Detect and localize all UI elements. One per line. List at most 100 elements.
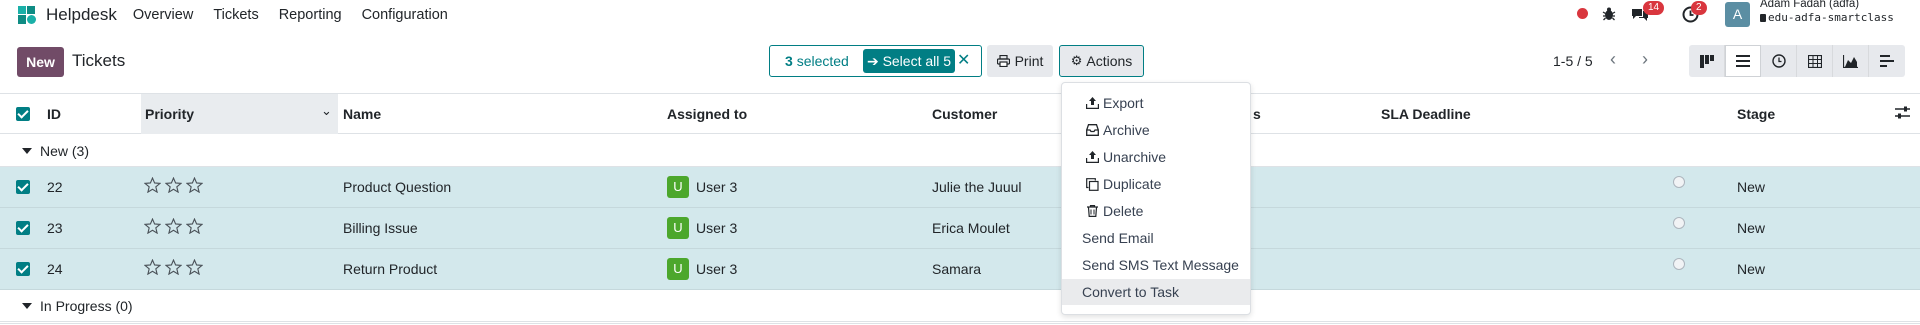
pager-value[interactable]: 1-5 / 5 — [1553, 53, 1593, 69]
menu-overview[interactable]: Overview — [133, 7, 193, 23]
pivot-view-button[interactable] — [1797, 45, 1833, 77]
menu-item-label: Export — [1103, 95, 1144, 111]
star-icon[interactable] — [144, 259, 161, 275]
activity-view-button[interactable] — [1761, 45, 1797, 77]
star-icon[interactable] — [144, 218, 161, 234]
activity-badge: 2 — [1691, 1, 1707, 15]
inbox-icon — [1083, 124, 1101, 136]
row-checkbox[interactable] — [16, 221, 30, 235]
row-name: Product Question — [343, 179, 452, 195]
select-all-checkbox[interactable] — [16, 107, 30, 121]
copy-icon — [1083, 177, 1101, 191]
table-row[interactable]: 22 Product Question U User 3 Julie the J… — [0, 167, 1920, 208]
chevron-right-icon[interactable]: › — [1642, 49, 1648, 70]
column-stage[interactable]: Stage — [1737, 106, 1775, 122]
priority-stars[interactable] — [144, 218, 203, 234]
view-switcher — [1689, 45, 1905, 77]
menu-item-send-sms[interactable]: Send SMS Text Message — [1062, 252, 1250, 278]
group-label: New (3) — [22, 143, 89, 159]
optional-columns-sliders-icon[interactable] — [1895, 106, 1910, 122]
database-icon — [1760, 14, 1766, 22]
page-title[interactable]: Tickets — [72, 51, 125, 71]
star-icon[interactable] — [186, 218, 203, 234]
list-view-button[interactable] — [1725, 45, 1761, 77]
print-button[interactable]: Print — [987, 45, 1053, 77]
gantt-view-button[interactable] — [1869, 45, 1905, 77]
priority-stars[interactable] — [144, 259, 203, 275]
menu-item-export[interactable]: Export — [1062, 90, 1250, 116]
row-stage: New — [1737, 261, 1766, 277]
selection-count: 3 selected — [785, 53, 849, 69]
new-button[interactable]: New — [17, 47, 64, 77]
app-brand[interactable]: Helpdesk — [16, 4, 117, 26]
user-avatar: U — [667, 176, 689, 198]
priority-stars[interactable] — [144, 177, 203, 193]
row-checkbox[interactable] — [16, 180, 30, 194]
upload-icon — [1083, 151, 1101, 163]
bug-icon[interactable] — [1602, 6, 1616, 25]
sort-chevron-down-icon[interactable]: ⌄ — [321, 103, 332, 119]
main-menu: Overview Tickets Reporting Configuration — [133, 7, 468, 23]
user-name[interactable]: Adam Fadah (adfa) — [1760, 0, 1859, 10]
column-sla-deadline[interactable]: SLA Deadline — [1381, 106, 1471, 122]
caret-down-icon — [22, 148, 32, 154]
chat-badge: 14 — [1643, 1, 1665, 15]
table-icon — [1807, 54, 1822, 68]
print-label: Print — [1014, 53, 1044, 69]
column-id[interactable]: ID — [47, 106, 61, 122]
sla-status-circle-icon[interactable] — [1673, 217, 1685, 229]
star-icon[interactable] — [165, 177, 182, 193]
column-name[interactable]: Name — [343, 106, 381, 122]
selected-number: 3 — [785, 53, 793, 69]
recording-indicator-icon[interactable] — [1577, 8, 1588, 19]
table-header: ID Priority ⌄ Name Assigned to Customer … — [0, 94, 1920, 134]
star-icon[interactable] — [186, 177, 203, 193]
menu-item-label: Delete — [1103, 203, 1144, 219]
row-checkbox[interactable] — [16, 262, 30, 276]
menu-item-convert-to-task[interactable]: Convert to Task — [1062, 279, 1250, 305]
chevron-left-icon[interactable]: ‹ — [1610, 49, 1616, 70]
group-title-new: New (3) — [40, 143, 90, 159]
column-priority[interactable]: Priority — [145, 106, 194, 122]
menu-item-unarchive[interactable]: Unarchive — [1062, 144, 1250, 170]
row-assigned-user: User 3 — [696, 261, 738, 277]
app-name: Helpdesk — [46, 5, 117, 24]
arrow-right-icon: ➔ — [866, 53, 883, 69]
kanban-view-button[interactable] — [1689, 45, 1725, 77]
actions-button[interactable]: ⚙ Actions — [1059, 45, 1144, 77]
menu-item-delete[interactable]: Delete — [1062, 198, 1250, 224]
star-icon[interactable] — [165, 259, 182, 275]
column-customer[interactable]: Customer — [932, 106, 997, 122]
group-label: In Progress (0) — [22, 298, 133, 314]
row-customer: Erica Moulet — [932, 220, 1010, 236]
menu-item-label: Send Email — [1082, 230, 1154, 246]
menu-configuration[interactable]: Configuration — [362, 7, 448, 23]
list-icon — [1736, 55, 1750, 67]
column-assigned-to[interactable]: Assigned to — [667, 106, 747, 122]
row-stage: New — [1737, 179, 1766, 195]
menu-item-duplicate[interactable]: Duplicate — [1062, 171, 1250, 197]
actions-label: Actions — [1086, 53, 1133, 69]
table-row[interactable]: 24 Return Product U User 3 Samara New — [0, 249, 1920, 290]
menu-item-label: Duplicate — [1103, 176, 1162, 192]
select-all-button[interactable]: ➔ Select all 5 — [863, 49, 955, 73]
clear-selection-icon[interactable]: ✕ — [957, 50, 970, 70]
sla-status-circle-icon[interactable] — [1673, 176, 1685, 188]
menu-reporting[interactable]: Reporting — [279, 7, 342, 23]
menu-item-archive[interactable]: Archive — [1062, 117, 1250, 143]
group-row-in-progress[interactable]: In Progress (0) — [0, 290, 1920, 322]
graph-view-button[interactable] — [1833, 45, 1869, 77]
menu-item-label: Convert to Task — [1082, 284, 1180, 300]
row-assigned-user: User 3 — [696, 220, 738, 236]
menu-item-label: Send SMS Text Message — [1082, 257, 1239, 273]
sla-status-circle-icon[interactable] — [1673, 258, 1685, 270]
group-row-new[interactable]: New (3) — [0, 135, 1920, 167]
star-icon[interactable] — [165, 218, 182, 234]
star-icon[interactable] — [186, 259, 203, 275]
table-row[interactable]: 23 Billing Issue U User 3 Erica Moulet N… — [0, 208, 1920, 249]
star-icon[interactable] — [144, 177, 161, 193]
menu-item-send-email[interactable]: Send Email — [1062, 225, 1250, 251]
column-status[interactable]: s — [1253, 106, 1261, 122]
user-avatar[interactable]: A — [1725, 2, 1750, 27]
menu-tickets[interactable]: Tickets — [213, 7, 258, 23]
